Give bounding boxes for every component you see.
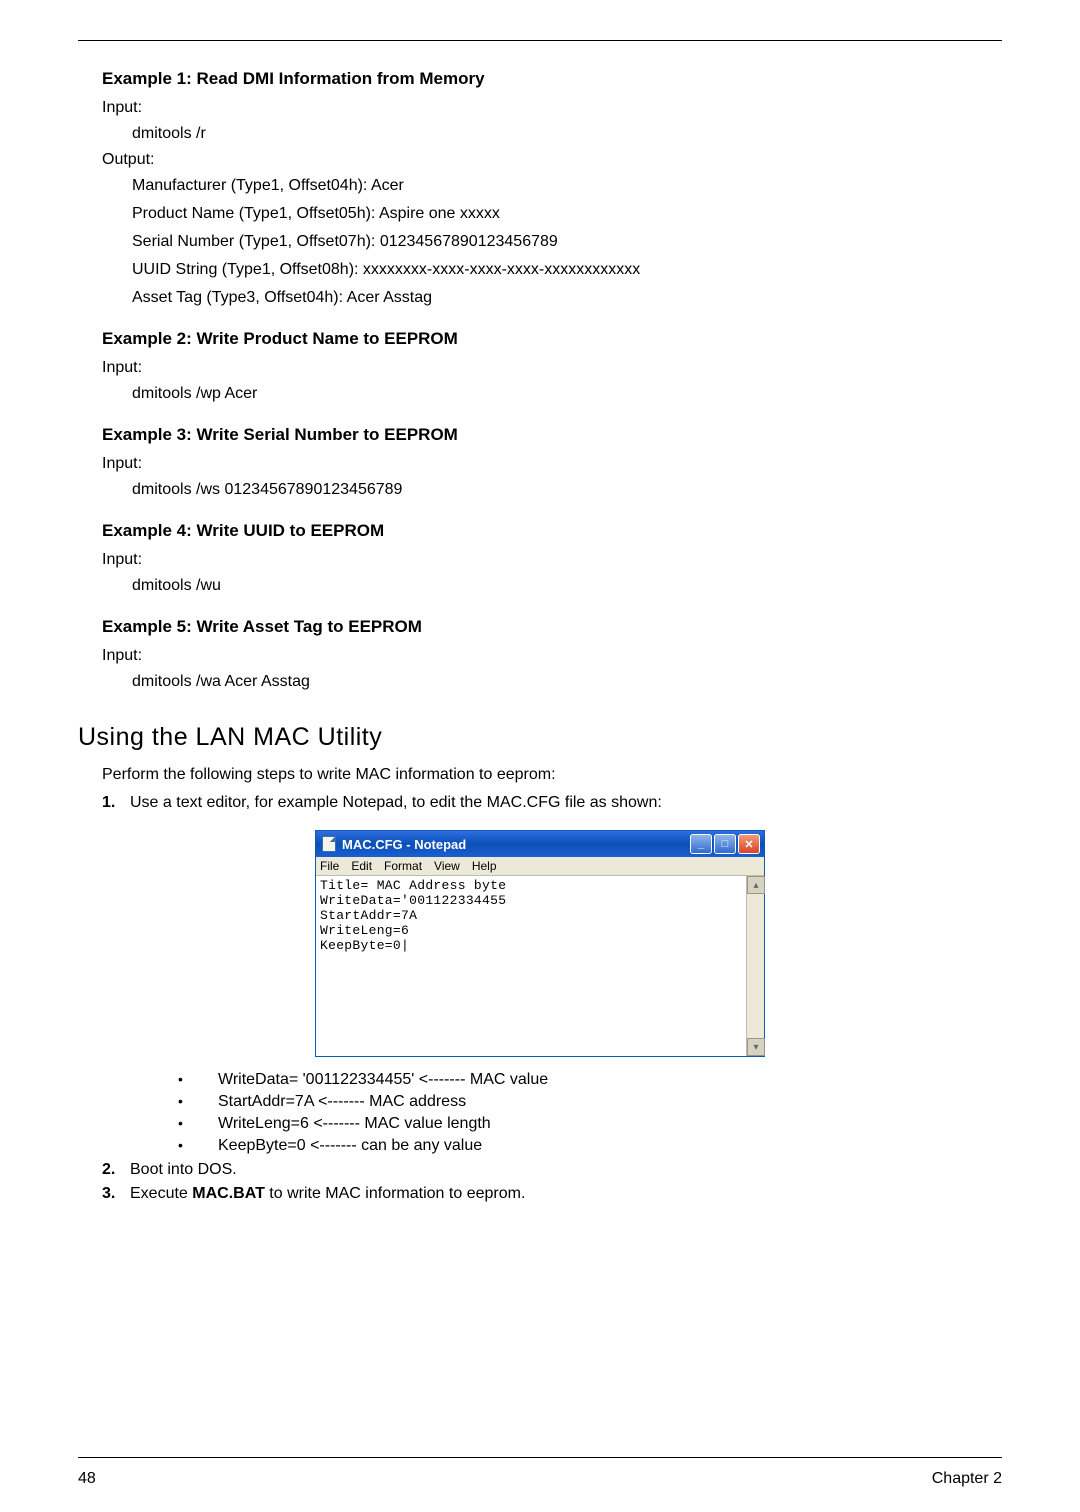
bullet-dot-icon: • xyxy=(178,1071,218,1087)
scroll-down-icon[interactable]: ▾ xyxy=(747,1038,765,1056)
example4-input-label: Input: xyxy=(102,551,1002,569)
step3-post: to write MAC information to eeprom. xyxy=(265,1185,526,1202)
example1-input-label: Input: xyxy=(102,99,1002,117)
bullet-text: KeepByte=0 <------- can be any value xyxy=(218,1137,482,1155)
notepad-body: Title= MAC Address byte WriteData='00112… xyxy=(316,876,764,1056)
bullet-text: WriteLeng=6 <------- MAC value length xyxy=(218,1115,491,1133)
example1-output-label: Output: xyxy=(102,151,1002,169)
example1-output-line: Asset Tag (Type3, Offset04h): Acer Assta… xyxy=(132,289,1002,307)
menu-format[interactable]: Format xyxy=(384,859,422,873)
step3-bold: MAC.BAT xyxy=(192,1185,265,1202)
notepad-scrollbar[interactable]: ▴ ▾ xyxy=(746,876,764,1056)
bottom-rule xyxy=(78,1457,1002,1458)
example5-input-label: Input: xyxy=(102,647,1002,665)
bullet-item: • WriteData= '001122334455' <------- MAC… xyxy=(178,1071,1002,1089)
maximize-button[interactable]: □ xyxy=(714,834,736,854)
notepad-menubar: File Edit Format View Help xyxy=(316,857,764,876)
step3-pre: Execute xyxy=(130,1185,192,1202)
example1-output-line: Serial Number (Type1, Offset07h): 012345… xyxy=(132,233,1002,251)
section-intro: Perform the following steps to write MAC… xyxy=(102,766,1002,784)
step-2: 2. Boot into DOS. xyxy=(102,1161,1002,1179)
notepad-window-buttons: _ □ ✕ xyxy=(690,834,760,854)
example5-command: dmitools /wa Acer Asstag xyxy=(132,673,1002,691)
step-number: 1. xyxy=(102,794,130,812)
notepad-window: MAC.CFG - Notepad _ □ ✕ File Edit Format… xyxy=(315,830,765,1057)
example2-input-label: Input: xyxy=(102,359,1002,377)
chapter-label: Chapter 2 xyxy=(932,1470,1002,1488)
example4-title: Example 4: Write UUID to EEPROM xyxy=(102,521,1002,541)
bullet-item: • StartAddr=7A <------- MAC address xyxy=(178,1093,1002,1111)
bullet-dot-icon: • xyxy=(178,1115,218,1131)
scroll-up-icon[interactable]: ▴ xyxy=(747,876,765,894)
bullet-item: • WriteLeng=6 <------- MAC value length xyxy=(178,1115,1002,1133)
minimize-button[interactable]: _ xyxy=(690,834,712,854)
example1-output-line: UUID String (Type1, Offset08h): xxxxxxxx… xyxy=(132,261,1002,279)
example4-command: dmitools /wu xyxy=(132,577,1002,595)
example5-title: Example 5: Write Asset Tag to EEPROM xyxy=(102,617,1002,637)
notepad-title-left: MAC.CFG - Notepad xyxy=(322,836,466,852)
example1-title: Example 1: Read DMI Information from Mem… xyxy=(102,69,1002,89)
example3-input-label: Input: xyxy=(102,455,1002,473)
step-text: Use a text editor, for example Notepad, … xyxy=(130,794,1002,812)
step-3: 3. Execute MAC.BAT to write MAC informat… xyxy=(102,1185,1002,1203)
bullet-text: WriteData= '001122334455' <------- MAC v… xyxy=(218,1071,548,1089)
section-header: Using the LAN MAC Utility xyxy=(78,723,1002,752)
step-number: 3. xyxy=(102,1185,130,1203)
notepad-file-icon xyxy=(322,836,336,852)
bullet-text: StartAddr=7A <------- MAC address xyxy=(218,1093,466,1111)
example2-command: dmitools /wp Acer xyxy=(132,385,1002,403)
step-number: 2. xyxy=(102,1161,130,1179)
example1-command: dmitools /r xyxy=(132,125,1002,143)
top-rule xyxy=(78,40,1002,41)
menu-file[interactable]: File xyxy=(320,859,339,873)
menu-edit[interactable]: Edit xyxy=(351,859,372,873)
step-text: Boot into DOS. xyxy=(130,1161,1002,1179)
example3-command: dmitools /ws 01234567890123456789 xyxy=(132,481,1002,499)
notepad-textarea[interactable]: Title= MAC Address byte WriteData='00112… xyxy=(316,876,746,1056)
bullet-item: • KeepByte=0 <------- can be any value xyxy=(178,1137,1002,1155)
notepad-title-text: MAC.CFG - Notepad xyxy=(342,837,466,852)
menu-view[interactable]: View xyxy=(434,859,460,873)
page-number: 48 xyxy=(78,1470,96,1488)
step-1: 1. Use a text editor, for example Notepa… xyxy=(102,794,1002,812)
menu-help[interactable]: Help xyxy=(472,859,497,873)
page-footer: 48 Chapter 2 xyxy=(78,1470,1002,1488)
example3-title: Example 3: Write Serial Number to EEPROM xyxy=(102,425,1002,445)
example2-title: Example 2: Write Product Name to EEPROM xyxy=(102,329,1002,349)
bullet-dot-icon: • xyxy=(178,1137,218,1153)
example1-output-line: Manufacturer (Type1, Offset04h): Acer xyxy=(132,177,1002,195)
notepad-screenshot: MAC.CFG - Notepad _ □ ✕ File Edit Format… xyxy=(78,830,1002,1057)
example1-output-line: Product Name (Type1, Offset05h): Aspire … xyxy=(132,205,1002,223)
notepad-titlebar: MAC.CFG - Notepad _ □ ✕ xyxy=(316,831,764,857)
close-button[interactable]: ✕ xyxy=(738,834,760,854)
bullet-dot-icon: • xyxy=(178,1093,218,1109)
step-text: Execute MAC.BAT to write MAC information… xyxy=(130,1185,1002,1203)
